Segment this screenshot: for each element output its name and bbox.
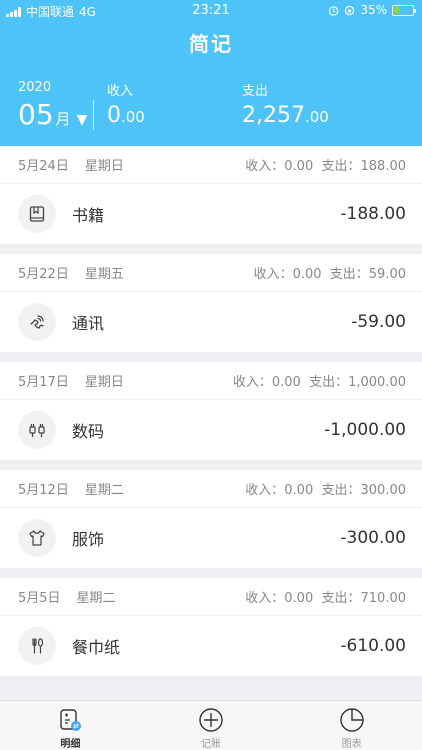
day-group: 5月5日 星期二 收入：0.00 支出：710.00 餐巾纸 -610.00: [0, 578, 422, 676]
transaction-row[interactable]: 服饰 -300.00: [0, 508, 422, 568]
day-income: 收入：0.00: [232, 375, 301, 390]
month-unit: 月: [55, 110, 71, 128]
day-date: 5月17日: [18, 375, 69, 390]
day-date: 5月5日: [18, 591, 61, 606]
transaction-row[interactable]: 通讯 -59.00: [0, 292, 422, 352]
month-picker[interactable]: 05 月 ▼: [18, 98, 87, 131]
day-group: 5月22日 星期五 收入：0.00 支出：59.00 通讯 -59.00: [0, 254, 422, 352]
day-group: 5月12日 星期二 收入：0.00 支出：300.00 服饰 -300.00: [0, 470, 422, 568]
day-expense: 支出：188.00: [321, 159, 407, 174]
day-expense: 支出：710.00: [321, 591, 407, 606]
utensils-icon: [18, 627, 56, 665]
expense-label: 支出: [242, 84, 269, 99]
day-group: 5月24日 星期日 收入：0.00 支出：188.00 书籍 -188.00: [0, 146, 422, 244]
expense-total: 2,257.00: [242, 103, 329, 128]
day-weekday: 星期二: [84, 483, 124, 498]
tab-add[interactable]: 记账: [141, 701, 282, 750]
day-header: 5月24日 星期日 收入：0.00 支出：188.00: [0, 146, 422, 184]
detail-icon: [60, 709, 82, 731]
summary-year: 2020: [18, 80, 52, 95]
income-total: 0.00: [107, 103, 145, 128]
day-income: 收入：0.00: [245, 483, 314, 498]
category-name: 数码: [72, 422, 105, 441]
tab-bar: 明细 记账 图表: [0, 700, 422, 750]
transaction-row[interactable]: 餐巾纸 -610.00: [0, 616, 422, 676]
day-expense: 支出：300.00: [321, 483, 407, 498]
transaction-row[interactable]: 书籍 -188.00: [0, 184, 422, 244]
tab-label: 明细: [60, 739, 81, 750]
day-date: 5月24日: [18, 159, 69, 174]
page-title: 简记: [189, 32, 233, 56]
pie-chart-icon: [339, 708, 364, 732]
transaction-amount: -610.00: [340, 636, 406, 656]
day-date: 5月12日: [18, 483, 69, 498]
tab-label: 记账: [201, 739, 221, 750]
transaction-amount: -188.00: [340, 204, 406, 224]
day-income: 收入：0.00: [245, 591, 314, 606]
income-label: 收入: [107, 84, 134, 99]
transaction-row[interactable]: 数码 -1,000.00: [0, 400, 422, 460]
day-expense: 支出：59.00: [329, 267, 406, 282]
tab-label: 图表: [341, 739, 362, 750]
day-weekday: 星期日: [84, 159, 124, 174]
add-icon: [199, 708, 223, 732]
day-header: 5月12日 星期二 收入：0.00 支出：300.00: [0, 470, 422, 508]
alarm-icon: [329, 5, 339, 16]
transaction-amount: -1,000.00: [324, 420, 406, 440]
transaction-amount: -300.00: [340, 528, 406, 548]
header: 中国联通 4G 23:21 35% 简记 2020 05 月 ▼ 收入 0.00…: [0, 0, 422, 146]
day-weekday: 星期二: [76, 591, 116, 606]
day-income: 收入：0.00: [253, 267, 322, 282]
day-date: 5月22日: [18, 267, 69, 282]
summary-divider: [93, 100, 94, 130]
day-header: 5月17日 星期日 收入：0.00 支出：1,000.00: [0, 362, 422, 400]
category-name: 书籍: [72, 206, 105, 225]
tab-chart[interactable]: 图表: [281, 701, 422, 750]
category-name: 餐巾纸: [72, 638, 121, 657]
category-name: 通讯: [72, 314, 105, 333]
transaction-amount: -59.00: [351, 312, 406, 332]
day-header: 5月22日 星期五 收入：0.00 支出：59.00: [0, 254, 422, 292]
phone-icon: [18, 303, 56, 341]
month-value: 05: [18, 98, 54, 131]
day-weekday: 星期五: [84, 267, 124, 282]
category-name: 服饰: [72, 530, 105, 549]
book-icon: [18, 195, 56, 233]
day-expense: 支出：1,000.00: [309, 375, 406, 390]
shirt-icon: [18, 519, 56, 557]
tab-detail[interactable]: 明细: [0, 701, 141, 750]
status-bar: 中国联通 4G 23:21 35%: [0, 0, 422, 22]
battery-icon: [392, 4, 416, 16]
battery-percent: 35%: [360, 3, 387, 17]
caret-down-icon: ▼: [76, 112, 88, 128]
day-header: 5月5日 星期二 收入：0.00 支出：710.00: [0, 578, 422, 616]
transaction-list: 5月24日 星期日 收入：0.00 支出：188.00 书籍 -188.00 5月…: [0, 146, 422, 686]
day-group: 5月17日 星期日 收入：0.00 支出：1,000.00 数码 -1,000.0…: [0, 362, 422, 460]
day-income: 收入：0.00: [245, 159, 314, 174]
rotation-lock-icon: [345, 5, 355, 15]
battery-level: [394, 6, 401, 14]
day-weekday: 星期日: [84, 375, 124, 390]
plug-icon: [18, 411, 56, 449]
